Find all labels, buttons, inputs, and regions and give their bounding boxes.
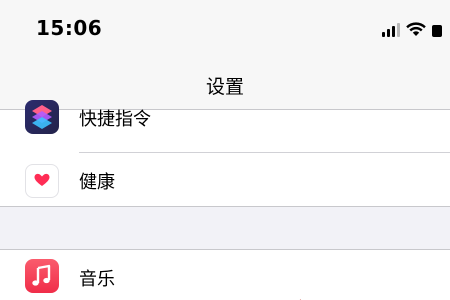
settings-item-label: 音乐 xyxy=(79,269,115,290)
settings-group: 音乐 xyxy=(0,249,450,300)
row-separator xyxy=(79,152,450,153)
cellular-signal-icon xyxy=(382,23,400,37)
settings-group: 快捷指令 健康 xyxy=(0,100,450,207)
annotation-mark xyxy=(292,292,302,300)
music-note-icon xyxy=(25,259,59,293)
settings-item-music[interactable]: 音乐 xyxy=(0,250,450,300)
status-time: 15:06 xyxy=(36,16,103,40)
settings-item-shortcuts[interactable]: 快捷指令 xyxy=(0,92,450,142)
settings-screen: 15:06 设置 快捷指令 健康 音乐 xyxy=(0,0,450,300)
status-icons xyxy=(382,21,442,37)
settings-item-health[interactable]: 健康 xyxy=(0,156,450,206)
battery-icon xyxy=(432,25,442,37)
health-heart-icon xyxy=(25,164,59,198)
settings-item-label: 快捷指令 xyxy=(79,109,151,130)
shortcuts-icon xyxy=(25,100,59,134)
status-bar: 15:06 xyxy=(0,0,450,60)
settings-item-label: 健康 xyxy=(79,172,115,193)
wifi-icon xyxy=(406,22,426,37)
